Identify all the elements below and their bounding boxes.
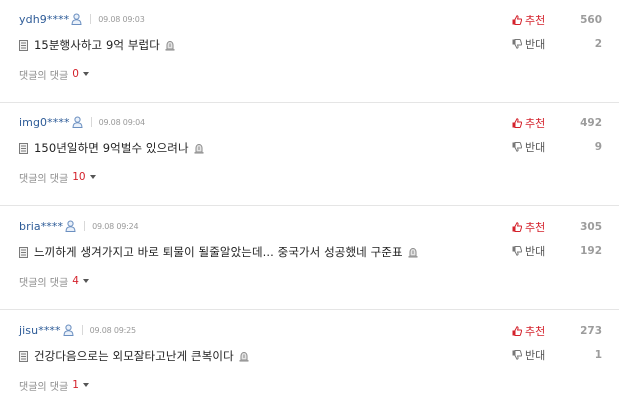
upvote-label: 추천 (525, 117, 546, 130)
user-icon (72, 116, 83, 128)
comment-meta: ydh9**** 09.08 09:03 (19, 11, 145, 27)
reply-toggle[interactable]: 댓글의 댓글 0 (19, 66, 89, 82)
username[interactable]: ydh9**** (19, 13, 69, 26)
thumbs-down-icon (512, 246, 522, 256)
thumbs-up-icon (512, 326, 522, 336)
thumbs-down-icon (512, 142, 522, 152)
comment-body: 느끼하게 생겨가지고 바로 퇴물이 될줄알았는데... 중국가서 성공했네 구준… (19, 243, 418, 261)
thumbs-up-icon (512, 222, 522, 232)
downvote-count: 2 (594, 38, 602, 50)
thumbs-down-icon (512, 39, 522, 49)
timestamp: 09.08 09:24 (92, 221, 139, 231)
timestamp: 09.08 09:04 (98, 117, 146, 127)
comment-body: 15분행사하고 9억 부럽다 (19, 36, 175, 54)
timestamp: 09.08 09:03 (98, 14, 145, 24)
timestamp: 09.08 09:25 (89, 325, 137, 335)
comment-text: 15분행사하고 9억 부럽다 (34, 38, 160, 52)
comment-text: 건강다음으로는 외모잘타고난게 큰복이다 (34, 349, 234, 363)
downvote-count: 1 (594, 349, 602, 361)
upvote-button[interactable]: 추천 492 (512, 115, 602, 131)
comment-item: img0**** 09.08 09:04 150년일하면 9억벌수 있으려나 댓… (0, 103, 619, 206)
reply-count: 10 (72, 171, 86, 183)
upvote-button[interactable]: 추천 560 (512, 12, 602, 28)
divider (90, 117, 92, 127)
upvote-label: 추천 (525, 14, 546, 27)
reply-toggle[interactable]: 댓글의 댓글 1 (19, 377, 89, 393)
divider (84, 221, 86, 231)
upvote-count: 273 (580, 325, 602, 337)
downvote-count: 192 (580, 245, 602, 257)
reply-toggle[interactable]: 댓글의 댓글 4 (19, 273, 89, 289)
document-icon (19, 40, 28, 51)
comment-meta: jisu**** 09.08 09:25 (19, 322, 136, 338)
downvote-label: 반대 (525, 245, 546, 258)
upvote-button[interactable]: 추천 305 (512, 219, 602, 235)
username[interactable]: bria**** (19, 220, 63, 233)
comment-item: bria**** 09.08 09:24 느끼하게 생겨가지고 바로 퇴물이 될… (0, 207, 619, 310)
siren-icon[interactable] (239, 351, 249, 362)
upvote-label: 추천 (525, 221, 546, 234)
thumbs-up-icon (512, 15, 522, 25)
comment-item: ydh9**** 09.08 09:03 15분행사하고 9억 부럽다 댓글의 … (0, 0, 619, 103)
upvote-count: 492 (580, 117, 602, 129)
user-icon (63, 324, 74, 336)
document-icon (19, 143, 28, 154)
caret-down-icon (82, 279, 89, 283)
document-icon (19, 247, 28, 258)
comment-text: 느끼하게 생겨가지고 바로 퇴물이 될줄알았는데... 중국가서 성공했네 구준… (34, 245, 403, 259)
reply-label: 댓글의 댓글 (19, 70, 69, 82)
siren-icon[interactable] (408, 247, 418, 258)
siren-icon[interactable] (194, 143, 204, 154)
user-icon (71, 13, 82, 25)
comment-text: 150년일하면 9억벌수 있으려나 (34, 141, 189, 155)
caret-down-icon (82, 72, 89, 76)
divider (90, 14, 92, 24)
upvote-label: 추천 (525, 325, 546, 338)
user-icon (65, 220, 76, 232)
comment-body: 건강다음으로는 외모잘타고난게 큰복이다 (19, 347, 249, 365)
reply-count: 4 (72, 275, 79, 287)
downvote-label: 반대 (525, 141, 546, 154)
thumbs-up-icon (512, 118, 522, 128)
reply-toggle[interactable]: 댓글의 댓글 10 (19, 169, 96, 185)
siren-icon[interactable] (165, 40, 175, 51)
reply-count: 0 (72, 68, 79, 80)
comment-meta: img0**** 09.08 09:04 (19, 114, 145, 130)
downvote-count: 9 (594, 141, 602, 153)
reply-label: 댓글의 댓글 (19, 277, 69, 289)
upvote-count: 560 (580, 14, 602, 26)
document-icon (19, 351, 28, 362)
reply-label: 댓글의 댓글 (19, 381, 69, 393)
reply-count: 1 (72, 379, 79, 391)
thumbs-down-icon (512, 350, 522, 360)
comment-item: jisu**** 09.08 09:25 건강다음으로는 외모잘타고난게 큰복이… (0, 311, 619, 411)
caret-down-icon (82, 383, 89, 387)
downvote-label: 반대 (525, 349, 546, 362)
comment-body: 150년일하면 9억벌수 있으려나 (19, 139, 204, 157)
downvote-button[interactable]: 반대 192 (512, 243, 602, 259)
downvote-label: 반대 (525, 38, 546, 51)
caret-down-icon (89, 175, 96, 179)
upvote-button[interactable]: 추천 273 (512, 323, 602, 339)
username[interactable]: img0**** (19, 116, 70, 129)
upvote-count: 305 (580, 221, 602, 233)
downvote-button[interactable]: 반대 2 (512, 36, 602, 52)
downvote-button[interactable]: 반대 1 (512, 347, 602, 363)
downvote-button[interactable]: 반대 9 (512, 139, 602, 155)
username[interactable]: jisu**** (19, 324, 61, 337)
reply-label: 댓글의 댓글 (19, 173, 69, 185)
comment-meta: bria**** 09.08 09:24 (19, 218, 139, 234)
divider (81, 325, 83, 335)
